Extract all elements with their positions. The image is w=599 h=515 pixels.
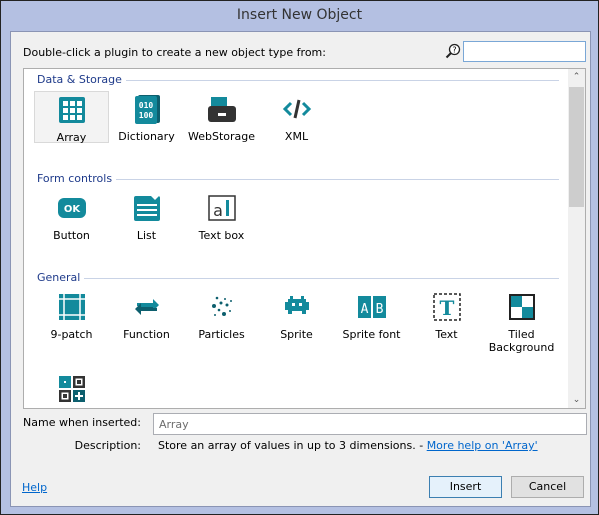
plugin-item-list[interactable]: List — [109, 190, 184, 242]
particles-icon — [211, 296, 232, 316]
plugin-label: XML — [284, 130, 309, 143]
function-arrows-icon — [134, 299, 159, 315]
webstorage-icon — [207, 97, 236, 122]
plugin-item-xml[interactable]: XML — [259, 91, 334, 143]
description-text: Store an array of values in up to 3 dime… — [158, 439, 427, 452]
scrollbar-thumb[interactable] — [569, 87, 584, 207]
ok-button-icon: OK — [57, 198, 86, 218]
plugin-item-sprite-font[interactable]: A B Sprite font — [334, 289, 409, 341]
svg-text:?: ? — [452, 46, 456, 55]
svg-text:100: 100 — [138, 111, 153, 120]
plugin-list[interactable]: ⌃ ⌄ Data & Storage Array 010 100 Dictionary W… — [23, 68, 586, 409]
list-icon — [133, 196, 160, 221]
name-label: Name when inserted: — [23, 416, 141, 429]
section-title: Form controls — [37, 172, 117, 185]
help-link[interactable]: Help — [22, 481, 47, 494]
plugin-label: Array — [56, 131, 87, 144]
sprite-invader-icon — [284, 296, 309, 314]
array-grid-icon — [58, 97, 85, 123]
scroll-down-arrow[interactable]: ⌄ — [568, 395, 585, 405]
nine-patch-icon — [58, 294, 85, 320]
plugin-label: Sprite font — [342, 328, 401, 341]
dialog-body: Double-click a plugin to create a new ob… — [10, 31, 591, 507]
sprite-font-icon: AB — [357, 296, 386, 318]
description-label: Description: — [74, 439, 141, 452]
window-title: Insert New Object — [236, 7, 363, 23]
plugin-item-webstorage[interactable]: WebStorage — [184, 91, 259, 143]
tilemap-icon — [58, 376, 85, 402]
insert-button[interactable]: Insert — [429, 476, 502, 498]
description: Store an array of values in up to 3 dime… — [158, 439, 538, 452]
svg-text:A: A — [360, 302, 368, 317]
svg-text:OK: OK — [63, 204, 81, 215]
plugin-item-particles[interactable]: Particles — [184, 289, 259, 341]
plugin-label: Particles — [198, 328, 245, 341]
plugin-label: Function — [123, 328, 170, 341]
plugin-label: Sprite — [280, 328, 313, 341]
plugin-label: Text box — [198, 229, 245, 242]
plugin-label: Tiled Background — [488, 328, 555, 354]
text-icon: T — [432, 293, 461, 321]
plugin-item-array[interactable]: Array — [34, 91, 109, 144]
plugin-label: Text — [435, 328, 458, 341]
plugin-item-dictionary[interactable]: 010 100 Dictionary — [109, 91, 184, 143]
plugin-item-button[interactable]: OK Button — [34, 190, 109, 242]
xml-code-icon — [282, 99, 311, 119]
svg-text:T: T — [439, 296, 454, 320]
scroll-up-arrow[interactable]: ⌃ — [568, 72, 585, 82]
cancel-button[interactable]: Cancel — [511, 476, 584, 498]
dictionary-icon: 010100 — [134, 95, 160, 124]
section-title: General — [37, 271, 85, 284]
plugin-item-tiled-background[interactable]: Tiled Background — [484, 289, 559, 354]
plugin-label: 9-patch — [50, 328, 93, 341]
name-when-inserted-input[interactable] — [153, 413, 587, 435]
more-help-link[interactable]: More help on 'Array' — [427, 439, 538, 452]
plugin-item-function[interactable]: Function — [109, 289, 184, 341]
search-input[interactable] — [463, 41, 586, 62]
plugin-label: Button — [53, 229, 90, 242]
svg-text:010: 010 — [138, 101, 153, 110]
plugin-item-9-patch[interactable]: 9-patch — [34, 289, 109, 341]
instruction-text: Double-click a plugin to create a new ob… — [23, 46, 326, 59]
plugin-item-sprite[interactable]: Sprite — [259, 289, 334, 341]
plugin-label: Dictionary — [118, 130, 175, 143]
textbox-icon: a — [207, 195, 236, 221]
plugin-item-text-box[interactable]: a Text box — [184, 190, 259, 242]
plugin-label: WebStorage — [187, 130, 256, 143]
plugin-label: List — [136, 229, 157, 242]
svg-text:B: B — [375, 302, 383, 317]
section-title: Data & Storage — [37, 73, 126, 86]
vertical-scrollbar[interactable]: ⌃ ⌄ — [568, 69, 585, 408]
plugin-item-text[interactable]: T Text — [409, 289, 484, 341]
tiled-background-icon — [508, 294, 535, 320]
plugin-item-tilemap[interactable]: Tilemap — [34, 371, 109, 408]
dialog-window: Insert New Object Double-click a plugin … — [0, 0, 599, 515]
search-help-icon: ? — [445, 43, 461, 59]
svg-text:a: a — [213, 201, 223, 220]
section-divider — [37, 278, 559, 279]
